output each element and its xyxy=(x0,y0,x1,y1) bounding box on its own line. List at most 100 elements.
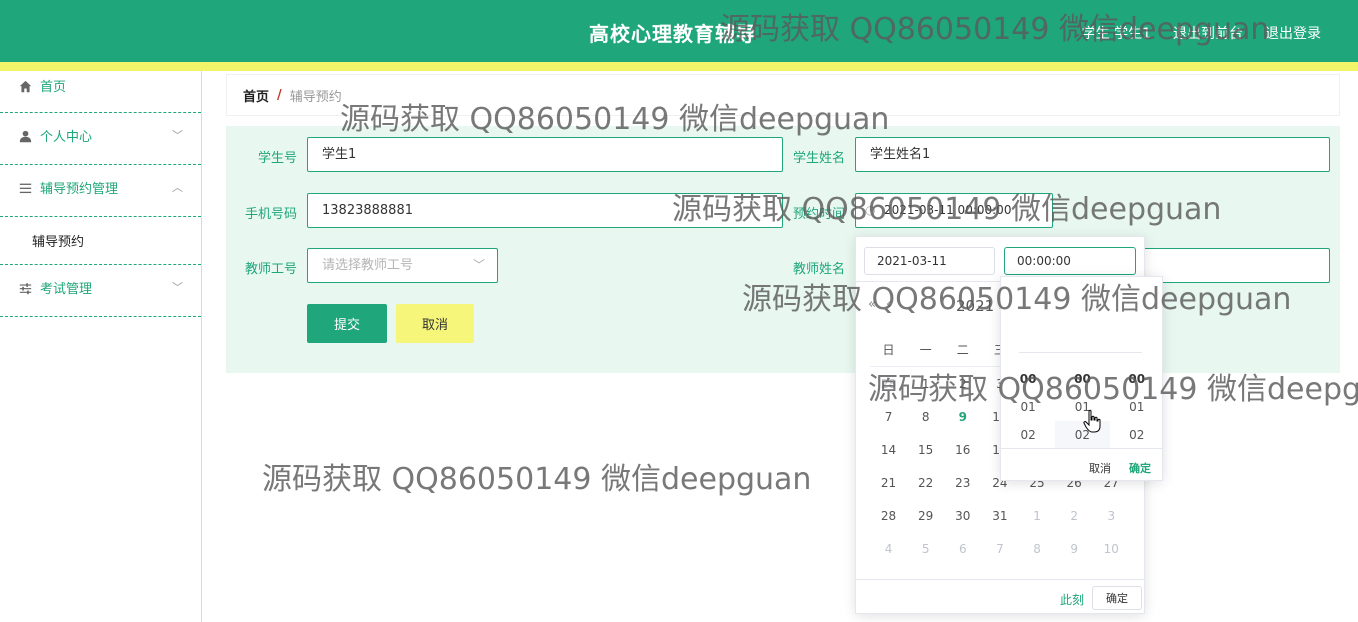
app-title: 高校心理教育辅导 xyxy=(589,22,757,46)
breadcrumb-separator: / xyxy=(277,87,282,103)
breadcrumb-current: 辅导预约 xyxy=(289,89,342,105)
time-option[interactable]: 00 xyxy=(1110,365,1164,393)
calendar-day-cell[interactable]: 14 xyxy=(870,443,907,457)
calendar-day-cell[interactable]: 1 xyxy=(907,377,944,391)
calendar-day-cell[interactable]: 4 xyxy=(870,542,907,556)
time-option[interactable]: 00 xyxy=(1055,365,1109,393)
date-picker-date-input[interactable]: 2021-03-11 xyxy=(864,247,995,275)
divider xyxy=(1001,448,1162,449)
calendar-day-cell[interactable]: 1 xyxy=(1019,509,1056,523)
header-stripe xyxy=(0,62,1358,71)
calendar-day-cell[interactable]: 28 xyxy=(870,509,907,523)
hand-pointer-icon xyxy=(1083,409,1101,433)
logout-link[interactable]: 退出登录 xyxy=(1265,23,1321,43)
time-option[interactable]: 01 xyxy=(1110,393,1164,421)
teacher-id-select[interactable]: 请选择教师工号 ﹀ xyxy=(307,248,498,283)
calendar-day-cell[interactable]: 15 xyxy=(907,443,944,457)
calendar-day-cell[interactable]: 2 xyxy=(1056,509,1093,523)
appointment-time-label: 预约时间 xyxy=(792,207,845,222)
sidebar-item-home[interactable]: 首页 xyxy=(0,71,201,113)
chevron-down-icon: ﹀ xyxy=(172,281,183,294)
watermark-text: 源码获取 QQ86050149 微信deepguan xyxy=(262,462,812,497)
student-id-label: 学生号 xyxy=(257,151,297,166)
calendar-day-cell[interactable]: 23 xyxy=(944,476,981,490)
student-name-label: 学生姓名 xyxy=(792,151,845,166)
calendar-week-row: 28 29 30 31 1 2 3 xyxy=(870,499,1130,532)
sidebar-subitem-appointment[interactable]: 辅导预约 xyxy=(32,231,84,250)
sidebar-item-exam-management[interactable]: 考试管理 ﹀ xyxy=(0,265,201,317)
calendar-day-cell[interactable]: 8 xyxy=(907,410,944,424)
appointment-time-value: 2021-03-11 00:00:00 xyxy=(884,203,1012,217)
calendar-day-cell[interactable]: 29 xyxy=(907,509,944,523)
calendar-day-cell[interactable]: 9 xyxy=(1056,542,1093,556)
sliders-icon xyxy=(18,282,33,297)
date-picker-confirm-button[interactable]: 确定 xyxy=(1092,586,1142,610)
sidebar-item-label: 首页 xyxy=(40,80,67,95)
clock-icon: ◷ xyxy=(865,203,876,217)
calendar-day-cell[interactable]: 22 xyxy=(907,476,944,490)
hour-column[interactable]: 00 01 02 xyxy=(1001,365,1055,449)
calendar-day-cell[interactable]: 21 xyxy=(870,476,907,490)
sidebar-item-appointment-management[interactable]: 辅导预约管理 ︿ xyxy=(0,165,201,217)
prev-year-icon[interactable]: « xyxy=(868,297,876,312)
user-icon xyxy=(18,130,33,145)
back-to-frontend-link[interactable]: 退出到前台 xyxy=(1173,23,1243,43)
prev-month-icon[interactable]: ‹ xyxy=(886,297,891,312)
sidebar-item-profile[interactable]: 个人中心 ﹀ xyxy=(0,113,201,165)
breadcrumb: 首页 / 辅导预约 xyxy=(226,74,1340,116)
phone-field[interactable]: 13823888881 xyxy=(307,193,783,228)
date-picker-time-input[interactable]: 00:00:00 xyxy=(1004,247,1136,275)
time-spinner-popup: 00 01 02 00 01 02 00 01 02 取消 确定 xyxy=(1000,276,1163,481)
teacher-id-label: 教师工号 xyxy=(244,262,297,277)
home-icon xyxy=(18,80,33,95)
calendar-day-cell[interactable]: 7 xyxy=(981,542,1018,556)
sidebar-item-label: 辅导预约管理 xyxy=(40,182,119,197)
calendar-day-cell[interactable]: 2 xyxy=(944,377,981,391)
calendar-day-cell[interactable]: 16 xyxy=(944,443,981,457)
sidebar-item-label: 个人中心 xyxy=(40,130,93,145)
time-cancel-button[interactable]: 取消 xyxy=(1089,460,1111,476)
teacher-id-placeholder: 请选择教师工号 xyxy=(322,258,414,273)
header-links: 学生 学生1 退出到前台 退出登录 xyxy=(1082,23,1321,43)
sidebar-item-label: 考试管理 xyxy=(40,282,93,297)
calendar-day-cell[interactable]: 7 xyxy=(870,410,907,424)
time-option[interactable]: 02 xyxy=(1110,421,1164,449)
weekday-label: 二 xyxy=(956,343,969,357)
cancel-button[interactable]: 取消 xyxy=(396,304,474,343)
current-user-link[interactable]: 学生 学生1 xyxy=(1082,23,1151,43)
breadcrumb-home[interactable]: 首页 xyxy=(243,86,269,105)
list-icon xyxy=(18,182,33,197)
calendar-day-cell[interactable]: 9 xyxy=(944,410,981,424)
calendar-week-row: 4 5 6 7 8 9 10 xyxy=(870,532,1130,565)
minute-column[interactable]: 00 01 02 xyxy=(1055,365,1110,449)
second-column[interactable]: 00 01 02 xyxy=(1110,365,1164,449)
time-spinner-columns: 00 01 02 00 01 02 00 01 02 xyxy=(1001,365,1164,449)
time-option[interactable]: 02 xyxy=(1001,421,1055,449)
calendar-day-cell[interactable]: 3 xyxy=(1093,509,1130,523)
calendar-day-cell[interactable]: 28 xyxy=(870,377,907,391)
submit-button[interactable]: 提交 xyxy=(307,304,387,343)
time-option[interactable]: 00 xyxy=(1001,365,1055,393)
top-header: 高校心理教育辅导 学生 学生1 退出到前台 退出登录 xyxy=(0,0,1358,62)
student-name-field[interactable]: 学生姓名1 xyxy=(855,137,1330,172)
calendar-day-cell[interactable]: 30 xyxy=(944,509,981,523)
phone-label: 手机号码 xyxy=(244,207,297,222)
teacher-name-label: 教师姓名 xyxy=(792,262,845,277)
appointment-form: 学生号 学生1 学生姓名 学生姓名1 手机号码 13823888881 预约时间… xyxy=(226,126,1340,373)
time-confirm-button[interactable]: 确定 xyxy=(1129,460,1151,476)
appointment-time-field[interactable]: ◷ 2021-03-11 00:00:00 xyxy=(855,193,1053,228)
calendar-day-cell[interactable]: 6 xyxy=(944,542,981,556)
calendar-day-cell[interactable]: 31 xyxy=(981,509,1018,523)
chevron-down-icon: ﹀ xyxy=(472,258,485,272)
time-option[interactable]: 01 xyxy=(1001,393,1055,421)
divider xyxy=(1019,352,1142,353)
now-button[interactable]: 此刻 xyxy=(1060,591,1084,608)
sidebar: 首页 个人中心 ﹀ 辅导预约管理 ︿ 辅导预约 考试管理 ﹀ xyxy=(0,71,202,622)
chevron-down-icon: ﹀ xyxy=(172,129,183,142)
divider xyxy=(856,579,1144,580)
weekday-label: 日 xyxy=(882,343,895,357)
calendar-day-cell[interactable]: 10 xyxy=(1093,542,1130,556)
calendar-day-cell[interactable]: 8 xyxy=(1019,542,1056,556)
calendar-day-cell[interactable]: 5 xyxy=(907,542,944,556)
student-id-field[interactable]: 学生1 xyxy=(307,137,783,172)
